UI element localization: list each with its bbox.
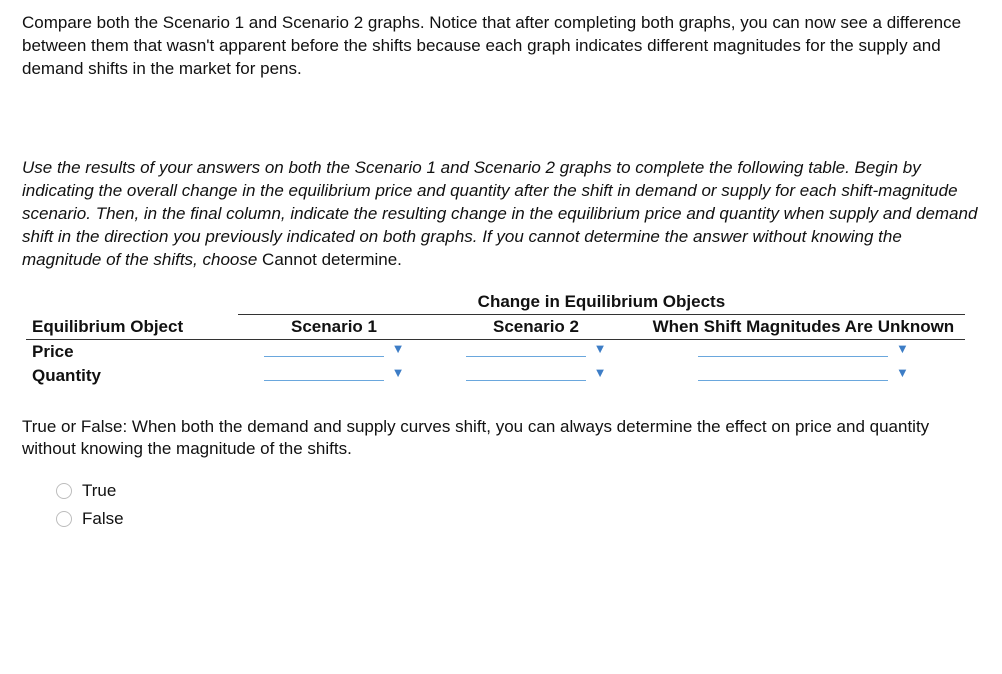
col-scenario-1: Scenario 1 <box>238 314 430 339</box>
chevron-down-icon: ▼ <box>392 365 405 380</box>
row-label-quantity: Quantity <box>26 364 238 388</box>
instructions-italic: Use the results of your answers on both … <box>22 158 977 269</box>
radio-icon <box>56 511 72 527</box>
chevron-down-icon: ▼ <box>896 341 909 356</box>
radio-icon <box>56 483 72 499</box>
results-table: Change in Equilibrium Objects Equilibriu… <box>26 290 965 388</box>
quantity-scenario2-select[interactable]: ▼ <box>466 366 607 381</box>
quantity-unknown-select[interactable]: ▼ <box>698 366 909 381</box>
option-true-label: True <box>82 481 116 501</box>
col-equilibrium: Equilibrium Object <box>26 314 238 339</box>
instructions-literal: Cannot determine. <box>262 250 402 269</box>
instructions: Use the results of your answers on both … <box>22 157 980 272</box>
tf-options: True False <box>56 481 980 529</box>
price-scenario2-select[interactable]: ▼ <box>466 342 607 357</box>
chevron-down-icon: ▼ <box>392 341 405 356</box>
chevron-down-icon: ▼ <box>594 341 607 356</box>
row-label-price: Price <box>26 339 238 364</box>
chevron-down-icon: ▼ <box>594 365 607 380</box>
intro-paragraph: Compare both the Scenario 1 and Scenario… <box>22 12 980 81</box>
option-false-label: False <box>82 509 124 529</box>
table-spanning-header: Change in Equilibrium Objects <box>238 290 965 315</box>
option-false[interactable]: False <box>56 509 980 529</box>
price-scenario1-select[interactable]: ▼ <box>264 342 405 357</box>
quantity-scenario1-select[interactable]: ▼ <box>264 366 405 381</box>
chevron-down-icon: ▼ <box>896 365 909 380</box>
col-unknown: When Shift Magnitudes Are Unknown <box>642 314 965 339</box>
col-scenario-2: Scenario 2 <box>430 314 642 339</box>
true-false-question: True or False: When both the demand and … <box>22 416 980 462</box>
table-row: Quantity ▼ ▼ ▼ <box>26 364 965 388</box>
table-row: Price ▼ ▼ ▼ <box>26 339 965 364</box>
option-true[interactable]: True <box>56 481 980 501</box>
price-unknown-select[interactable]: ▼ <box>698 342 909 357</box>
